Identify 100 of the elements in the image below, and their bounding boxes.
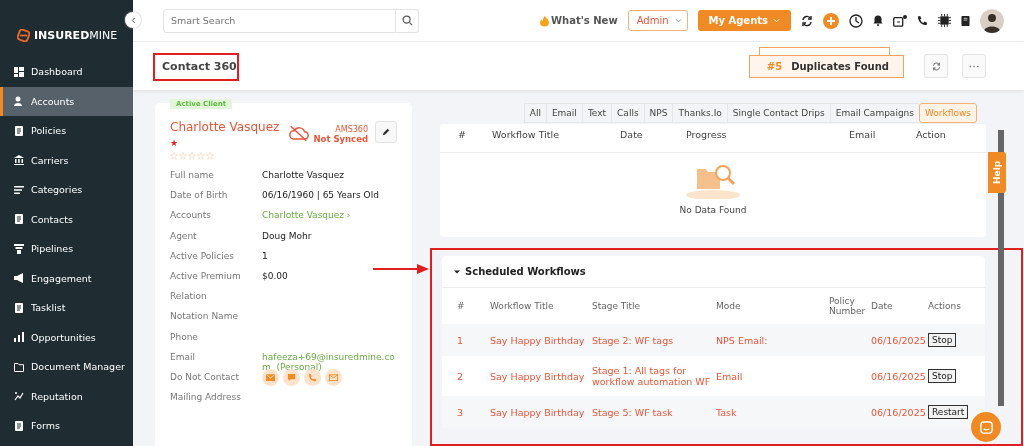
- table-cell-text: Stage 5: WF task: [592, 406, 674, 418]
- section-title: Scheduled Workflows: [465, 266, 586, 277]
- field-value: 1: [262, 250, 269, 261]
- column-header: Action: [916, 129, 947, 142]
- mail-icon: [266, 372, 275, 382]
- table-cell-text: Stage 1: All tags for workflow automation WF: [592, 365, 712, 387]
- chevron-left-icon: [130, 16, 136, 24]
- refresh-button[interactable]: [924, 54, 948, 78]
- flame-icon: [540, 14, 550, 27]
- column-header: Email: [849, 129, 877, 142]
- tab[interactable]: Email: [545, 103, 582, 123]
- tab[interactable]: Calls: [611, 103, 644, 123]
- screen-share-icon[interactable]: [893, 14, 907, 27]
- person-icon: [14, 96, 24, 107]
- sidebar-item[interactable]: Document Manager: [0, 352, 133, 382]
- action-button[interactable]: Stop: [928, 369, 957, 383]
- clock-icon[interactable]: [849, 13, 863, 28]
- contact-name: Charlotte Vasquez: [170, 120, 280, 134]
- megaphone-icon: [14, 273, 24, 284]
- mail-toggle[interactable]: [262, 368, 279, 386]
- page-title: Contact 360: [162, 59, 237, 73]
- duplicates-count: #5: [766, 60, 783, 72]
- table-cell-text: Say Happy Birthday: [490, 370, 586, 382]
- annotation-arrow: [373, 264, 429, 274]
- role-dropdown[interactable]: Admin: [627, 10, 688, 31]
- chat-icon: [979, 420, 993, 434]
- sidebar-item[interactable]: Dashboard: [0, 57, 133, 87]
- bank-icon: [14, 155, 24, 166]
- duplicates-badge[interactable]: #5 Duplicates Found: [748, 54, 904, 78]
- contact-card-icon: [14, 214, 24, 225]
- column-header: Mode: [716, 301, 742, 311]
- bar-chart-icon: [14, 332, 24, 343]
- field-label: Active Premium: [170, 270, 242, 281]
- tab[interactable]: Single Contact Drips: [726, 103, 830, 123]
- logo-icon: [17, 28, 30, 42]
- document-icon: [14, 125, 24, 136]
- mail-block-toggle[interactable]: [325, 368, 342, 386]
- column-header: Date: [620, 129, 644, 142]
- column-header: Progress: [686, 129, 728, 142]
- dashboard-icon: [14, 66, 24, 77]
- column-header: #: [457, 301, 466, 311]
- more-icon: [969, 64, 979, 68]
- edit-button[interactable]: [375, 121, 397, 143]
- collapse-button[interactable]: [125, 12, 141, 28]
- sidebar-item[interactable]: Contacts: [0, 204, 133, 234]
- field-value: 06/16/1960 | 65 Years Old: [262, 190, 380, 201]
- sidebar-item[interactable]: Reputation: [0, 381, 133, 411]
- sidebar-item[interactable]: Pipelines: [0, 234, 133, 264]
- notebook-icon[interactable]: [961, 14, 970, 27]
- phone-icon: [308, 372, 317, 382]
- list-icon: [14, 184, 24, 195]
- sidebar-item[interactable]: Tasklist: [0, 293, 133, 323]
- field-label: Phone: [170, 331, 199, 342]
- sidebar-item[interactable]: Engagement: [0, 263, 133, 293]
- action-button[interactable]: Restart: [928, 405, 969, 419]
- search-button[interactable]: [396, 8, 419, 33]
- chevron-down-icon: [773, 18, 780, 23]
- field-label: Agent: [170, 230, 198, 241]
- table-cell-text: Stage 2: WF tags: [592, 334, 675, 346]
- field-value: $0.00: [262, 270, 289, 281]
- whats-new-link[interactable]: What's New: [540, 14, 618, 27]
- phone-icon[interactable]: [917, 15, 928, 26]
- table-cell-text: Email: [716, 370, 744, 382]
- chip-icon[interactable]: [938, 14, 951, 27]
- field-label: Active Policies: [170, 250, 235, 261]
- sidebar-item[interactable]: Accounts: [0, 86, 133, 116]
- field-label: Mailing Address: [170, 392, 242, 403]
- field-label: Do Not Contact: [170, 371, 240, 382]
- action-button[interactable]: Stop: [928, 333, 957, 347]
- sidebar-item[interactable]: Categories: [0, 175, 133, 205]
- field-value: Charlotte Vasquez: [262, 170, 345, 180]
- avatar[interactable]: [980, 8, 1004, 33]
- field-label: Relation: [170, 291, 208, 302]
- funnel-icon: [14, 243, 24, 254]
- field-label: Full name: [170, 170, 215, 180]
- tab[interactable]: All: [523, 103, 546, 123]
- sidebar-item[interactable]: Carriers: [0, 145, 133, 175]
- search-field[interactable]: Smart Search: [163, 8, 396, 33]
- refresh-icon[interactable]: [801, 14, 813, 27]
- sidebar-item[interactable]: Forms: [0, 411, 133, 441]
- search-icon: [401, 15, 413, 26]
- section-toggle[interactable]: Scheduled Workflows: [442, 256, 985, 288]
- column-header: Date: [871, 301, 894, 311]
- field-value: Doug Mohr: [262, 230, 313, 241]
- tab[interactable]: Text: [581, 103, 612, 123]
- bell-icon[interactable]: [873, 15, 883, 26]
- table-cell-text: Task: [716, 406, 738, 418]
- chevron-down-icon: [674, 18, 682, 23]
- tab[interactable]: NPS: [643, 103, 673, 123]
- column-header: #: [458, 129, 467, 142]
- sidebar-item[interactable]: Opportunities: [0, 322, 133, 352]
- chat-icon: [287, 372, 296, 382]
- empty-message: No Data Found: [679, 205, 747, 215]
- sidebar-item[interactable]: Policies: [0, 116, 133, 146]
- tab[interactable]: Email Campaigns: [829, 103, 919, 123]
- tab[interactable]: Thanks.Io: [672, 103, 727, 123]
- table-cell-text: 3: [457, 406, 465, 418]
- table-cell-text: 1: [457, 334, 465, 346]
- table-cell-text: Say Happy Birthday: [490, 406, 586, 418]
- table-cell-text: Say Happy Birthday: [490, 334, 586, 346]
